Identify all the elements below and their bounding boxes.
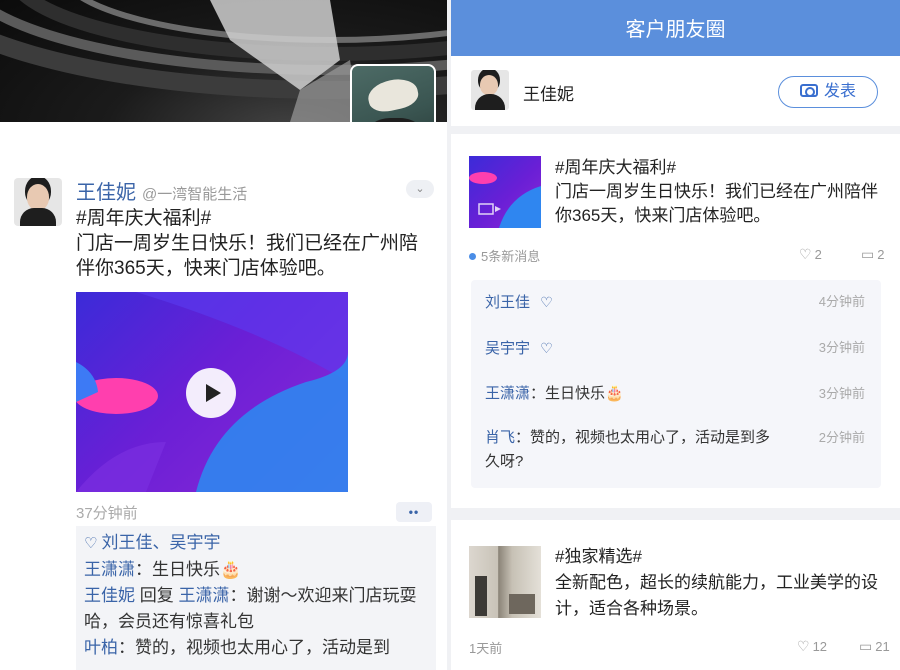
post-content: 全新配色，超长的续航能力，工业美学的设计，适合各种场景。 xyxy=(555,573,878,618)
heart-icon: ♡ xyxy=(540,294,553,310)
post-text: #周年庆大福利# 门店一周岁生日快乐！我们已经在广州陪伴你365天，快来门店体验… xyxy=(76,206,436,281)
user-name: 王佳妮 xyxy=(523,85,574,104)
author-avatar[interactable] xyxy=(14,178,62,226)
post-content: 门店一周岁生日快乐！我们已经在广州陪伴你365天，快来门店体验吧。 xyxy=(76,233,419,279)
user-avatar[interactable] xyxy=(471,70,509,110)
like-count-value: 2 xyxy=(814,247,822,262)
like-count[interactable]: ♡ 2 xyxy=(799,246,822,263)
comment-count[interactable]: ▭ 21 xyxy=(859,638,890,655)
page-title: 客户朋友圈 xyxy=(451,0,900,56)
comment-text: ：生日快乐🎂 xyxy=(135,560,242,579)
likes-names[interactable]: 刘王佳、吴宇宇 xyxy=(101,533,220,552)
post-meta: 1天前 ♡ 12 ▭ 21 xyxy=(469,638,890,657)
video-thumbnail[interactable] xyxy=(76,292,348,492)
activity-time: 3分钟前 xyxy=(818,386,865,401)
comment-item[interactable]: 叶柏：赞的，视频也太用心了，活动是到 xyxy=(84,635,428,661)
publish-label: 发表 xyxy=(823,83,856,100)
activity-item[interactable]: 刘王佳 ♡ 4分钟前 xyxy=(485,290,865,315)
customer-moments-panel: 客户朋友圈 王佳妮 发表 #周年庆大福利# 门店一周岁生日快乐！我们已经在广州陪… xyxy=(451,0,900,670)
heart-icon: ♡ xyxy=(797,638,810,654)
thumbnail-art xyxy=(469,172,541,228)
activity-time: 3分钟前 xyxy=(818,340,865,355)
like-count-value: 12 xyxy=(812,639,828,654)
avatar-body xyxy=(475,94,505,110)
post-hashtag[interactable]: #周年庆大福利# xyxy=(555,156,885,180)
post-hashtag[interactable]: #独家精选# xyxy=(555,544,890,570)
activity-name[interactable]: 王潇潇 xyxy=(485,385,530,402)
comment-icon: ▭ xyxy=(861,246,875,262)
shelf-graphic xyxy=(509,594,535,614)
more-icon[interactable]: •• xyxy=(396,502,432,522)
screen: 王佳妮 @一湾智能生活 ⌄ #周年庆大福利# 门店一周岁生日快乐！我们已经在广州… xyxy=(0,0,900,670)
profile-avatar[interactable] xyxy=(350,64,436,122)
like-count[interactable]: ♡ 12 xyxy=(797,638,827,655)
activity-list: 刘王佳 ♡ 4分钟前 吴宇宇 ♡ 3分钟前 王潇潇：生日快乐🎂 3分钟前 肖飞：… xyxy=(471,280,881,488)
post-time: 1天前 xyxy=(469,641,503,656)
comment-item[interactable]: 王潇潇：生日快乐🎂 xyxy=(84,557,428,583)
figure-coat xyxy=(360,118,430,122)
comment-author[interactable]: 叶柏 xyxy=(84,638,118,657)
activity-item[interactable]: 肖飞：赞的，视频也太用心了，活动是到多久呀? 2分钟前 xyxy=(485,426,865,474)
activity-time: 4分钟前 xyxy=(818,294,865,309)
camera-icon xyxy=(799,84,818,97)
likes-row: ♡ 刘王佳、吴宇宇 xyxy=(84,530,428,557)
comments-box: ♡ 刘王佳、吴宇宇 王潇潇：生日快乐🎂 王佳妮 回复 王潇潇：谢谢～欢迎来门店玩耍… xyxy=(76,526,436,670)
cover-image xyxy=(0,0,447,122)
author-row: 王佳妮 @一湾智能生活 xyxy=(76,176,247,204)
avatar-face xyxy=(27,184,49,210)
avatar-body xyxy=(20,208,56,226)
post-hashtag[interactable]: #周年庆大福利# xyxy=(76,206,436,231)
author-name[interactable]: 王佳妮 xyxy=(76,176,136,205)
reply-word: 回复 xyxy=(135,586,179,605)
user-bar: 王佳妮 发表 xyxy=(451,56,900,126)
comment-item[interactable]: 王佳妮 回复 王潇潇：谢谢～欢迎来门店玩耍哈，会员还有惊喜礼包 xyxy=(84,583,428,635)
activity-item[interactable]: 吴宇宇 ♡ 3分钟前 xyxy=(485,336,865,361)
post-thumbnail[interactable] xyxy=(469,546,541,618)
avatar-face xyxy=(480,75,498,95)
new-messages-link[interactable]: 5条新消息 xyxy=(481,249,540,264)
heart-icon: ♡ xyxy=(540,340,553,356)
chevron-down-icon[interactable]: ⌄ xyxy=(406,180,434,198)
heart-icon: ♡ xyxy=(799,246,812,262)
post-content: 门店一周岁生日快乐！我们已经在广州陪伴你365天，快来门店体验吧。 xyxy=(555,182,878,225)
activity-name[interactable]: 肖飞 xyxy=(485,429,515,446)
comment-author[interactable]: 王潇潇 xyxy=(84,560,135,579)
dove-figure xyxy=(365,75,421,115)
post-time: 37分钟前 xyxy=(76,505,138,522)
comment-text: ：赞的，视频也太用心了，活动是到 xyxy=(118,638,390,657)
moments-feed-panel: 王佳妮 @一湾智能生活 ⌄ #周年庆大福利# 门店一周岁生日快乐！我们已经在广州… xyxy=(0,0,447,670)
comment-count-value: 2 xyxy=(877,247,885,262)
lamp-graphic xyxy=(475,576,487,616)
post-thumbnail[interactable] xyxy=(469,156,541,228)
heart-icon: ♡ xyxy=(84,535,98,552)
post-text: #周年庆大福利# 门店一周岁生日快乐！我们已经在广州陪伴你365天，快来门店体验… xyxy=(555,156,885,228)
comment-icon: ▭ xyxy=(859,638,873,654)
post-meta: 5条新消息 ♡ 2 ▭ 2 xyxy=(469,246,884,266)
moment-card: #独家精选# 全新配色，超长的续航能力，工业美学的设计，适合各种场景。 1天前 … xyxy=(451,520,900,670)
activity-name[interactable]: 刘王佳 xyxy=(485,294,530,311)
activity-body: 肖飞：赞的，视频也太用心了，活动是到多久呀? xyxy=(485,426,785,474)
post-text: #独家精选# 全新配色，超长的续航能力，工业美学的设计，适合各种场景。 xyxy=(555,544,890,622)
activity-text: ：赞的，视频也太用心了，活动是到多久呀? xyxy=(485,429,771,470)
play-icon[interactable] xyxy=(186,368,236,418)
comment-count-value: 21 xyxy=(875,639,890,654)
activity-text: ：生日快乐🎂 xyxy=(530,385,624,402)
comment-count[interactable]: ▭ 2 xyxy=(861,246,884,263)
reply-target[interactable]: 王潇潇 xyxy=(178,586,229,605)
activity-name[interactable]: 吴宇宇 xyxy=(485,340,530,357)
publish-button[interactable]: 发表 xyxy=(778,76,878,108)
unread-dot xyxy=(469,253,476,260)
comment-author[interactable]: 王佳妮 xyxy=(84,586,135,605)
moment-card: #周年庆大福利# 门店一周岁生日快乐！我们已经在广州陪伴你365天，快来门店体验… xyxy=(451,134,900,508)
activity-time: 2分钟前 xyxy=(818,430,865,445)
activity-item[interactable]: 王潇潇：生日快乐🎂 3分钟前 xyxy=(485,382,865,406)
author-org: @一湾智能生活 xyxy=(142,186,248,203)
